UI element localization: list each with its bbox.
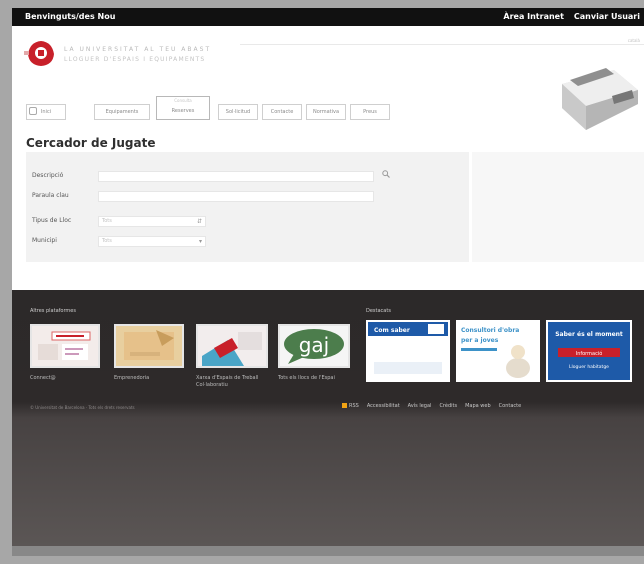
tab-equipment[interactable]: Equipaments: [94, 104, 150, 120]
form-row-description: Descripció: [26, 170, 469, 184]
thumb-emprenedoria[interactable]: [114, 324, 184, 368]
tab-label: Contacte: [270, 109, 294, 115]
keyword-input[interactable]: [98, 191, 374, 202]
rss-label: RSS: [349, 403, 359, 409]
municipality-select[interactable]: Tots ▾: [98, 236, 206, 247]
form-row-municipality: Municipi Tots ▾: [26, 235, 469, 249]
description-label: Descripció: [32, 172, 64, 179]
tab-label: Preus: [363, 109, 377, 115]
tab-contact[interactable]: Contacte: [262, 104, 302, 120]
top-bar: Benvinguts/des Nou Àrea Intranet Canviar…: [12, 8, 644, 26]
thumb-gaj[interactable]: gaj: [278, 324, 350, 368]
thumb-caption[interactable]: Col·laboratiu: [196, 382, 228, 389]
search-icon[interactable]: [382, 170, 390, 178]
search-form: Descripció Paraula clau Tipus de Lloc To…: [26, 152, 469, 262]
banner-c-sub: Informació: [576, 350, 603, 357]
home-icon: [29, 107, 37, 115]
banner-b-head: Consultori d'obra: [461, 327, 519, 334]
tab-label: Normativa: [312, 109, 340, 115]
footer-link-sitemap[interactable]: Mapa web: [465, 403, 491, 409]
footer-link-credits[interactable]: Crèdits: [439, 403, 457, 409]
welcome-text: Benvinguts/des Nou: [25, 12, 116, 21]
intranet-link[interactable]: Àrea Intranet: [503, 8, 564, 26]
gaj-text: gaj: [299, 333, 330, 357]
tab-label: Sol·licitud: [225, 109, 251, 115]
banner-c-image: Saber és el moment Informació Lloguer ha…: [548, 322, 630, 380]
thumb-coworking[interactable]: [196, 324, 268, 368]
banner-com-saber[interactable]: Com saber: [366, 320, 450, 382]
footer-link-legal[interactable]: Avís legal: [408, 403, 432, 409]
footer-link-accessibility[interactable]: Accessibilitat: [367, 403, 400, 409]
description-input[interactable]: [98, 171, 374, 182]
banner-saber-moment[interactable]: Saber és el moment Informació Lloguer ha…: [546, 320, 632, 382]
banner-a-head: Com saber: [374, 327, 410, 334]
footer: Altres plataformes Destacats gaj Connect…: [12, 290, 644, 546]
rss-icon: [342, 403, 347, 408]
language-link[interactable]: català: [628, 38, 640, 43]
tab-label: Reserves: [171, 108, 195, 114]
thumb-caption[interactable]: Emprenedoria: [114, 375, 149, 382]
thumb-caption[interactable]: Connect@: [30, 375, 56, 382]
stapler-image: [562, 68, 638, 130]
tab-prices[interactable]: Preus: [350, 104, 390, 120]
place-type-label: Tipus de Lloc: [32, 217, 72, 224]
change-user-link[interactable]: Canviar Usuari: [574, 8, 640, 26]
chevron-down-icon: ⇵: [196, 218, 202, 225]
footer-link-rss[interactable]: RSS: [342, 403, 359, 409]
municipality-value: Tots: [102, 238, 112, 244]
footer-link-contact[interactable]: Contacte: [499, 403, 522, 409]
thumb-caption[interactable]: Xarxa d'Espais de Treball: [196, 375, 258, 382]
tab-home[interactable]: Inici: [26, 104, 66, 120]
banner-a-image: Com saber: [368, 322, 448, 380]
side-panel: [472, 152, 644, 262]
top-links: Àrea Intranet Canviar Usuari: [503, 8, 640, 26]
banner-c-head: Saber és el moment: [555, 331, 623, 338]
logo-text: LA UNIVERSITAT AL TEU ABAST LLOGUER D'ES…: [64, 46, 211, 63]
banner-b-sub: per a joves: [461, 337, 499, 344]
tab-rules[interactable]: Normativa: [306, 104, 346, 120]
coworking-image: [198, 326, 266, 366]
thumb-caption[interactable]: Tots els llocs de l'Espai: [278, 375, 335, 382]
university-logo[interactable]: [24, 38, 58, 68]
header-divider: [240, 44, 644, 45]
logo-line-2: LLOGUER D'ESPAIS I EQUIPAMENTS: [64, 56, 206, 63]
chevron-down-icon: ▾: [198, 238, 202, 245]
place-type-select[interactable]: Tots ⇵: [98, 216, 206, 227]
logo-line-1: LA UNIVERSITAT AL TEU ABAST: [64, 46, 212, 53]
banner-b-image: Consultori d'obra per a joves: [458, 322, 538, 380]
footer-links: RSS Accessibilitat Avís legal Crèdits Ma…: [342, 403, 521, 409]
tab-label: Inici: [40, 109, 52, 115]
tab-reservations[interactable]: Consulta Reserves: [156, 96, 210, 120]
municipality-label: Municipi: [32, 237, 57, 244]
form-row-keyword: Paraula clau: [26, 190, 469, 204]
tab-label: Equipaments: [105, 109, 139, 115]
page: Benvinguts/des Nou Àrea Intranet Canviar…: [12, 8, 644, 556]
bottom-strip: [12, 546, 644, 556]
form-row-place-type: Tipus de Lloc Tots ⇵: [26, 215, 469, 229]
featured-title: Destacats: [366, 308, 391, 314]
tab-request[interactable]: Sol·licitud: [218, 104, 258, 120]
connecta-image: [32, 326, 98, 366]
page-title: Cercador de Jugate: [26, 136, 156, 150]
tab-sublabel: Consulta: [174, 98, 192, 103]
emprenedoria-image: [116, 326, 182, 366]
banner-c-sub2: Lloguer habitatge: [569, 364, 609, 370]
thumb-connecta[interactable]: [30, 324, 100, 368]
other-platforms-title: Altres plataformes: [30, 308, 76, 314]
banner-consultori[interactable]: Consultori d'obra per a joves: [456, 320, 540, 382]
keyword-label: Paraula clau: [32, 192, 69, 199]
place-type-value: Tots: [102, 218, 112, 224]
copyright: © Universitat de Barcelona · Tots els dr…: [30, 405, 135, 410]
gaj-logo: gaj: [280, 326, 348, 366]
